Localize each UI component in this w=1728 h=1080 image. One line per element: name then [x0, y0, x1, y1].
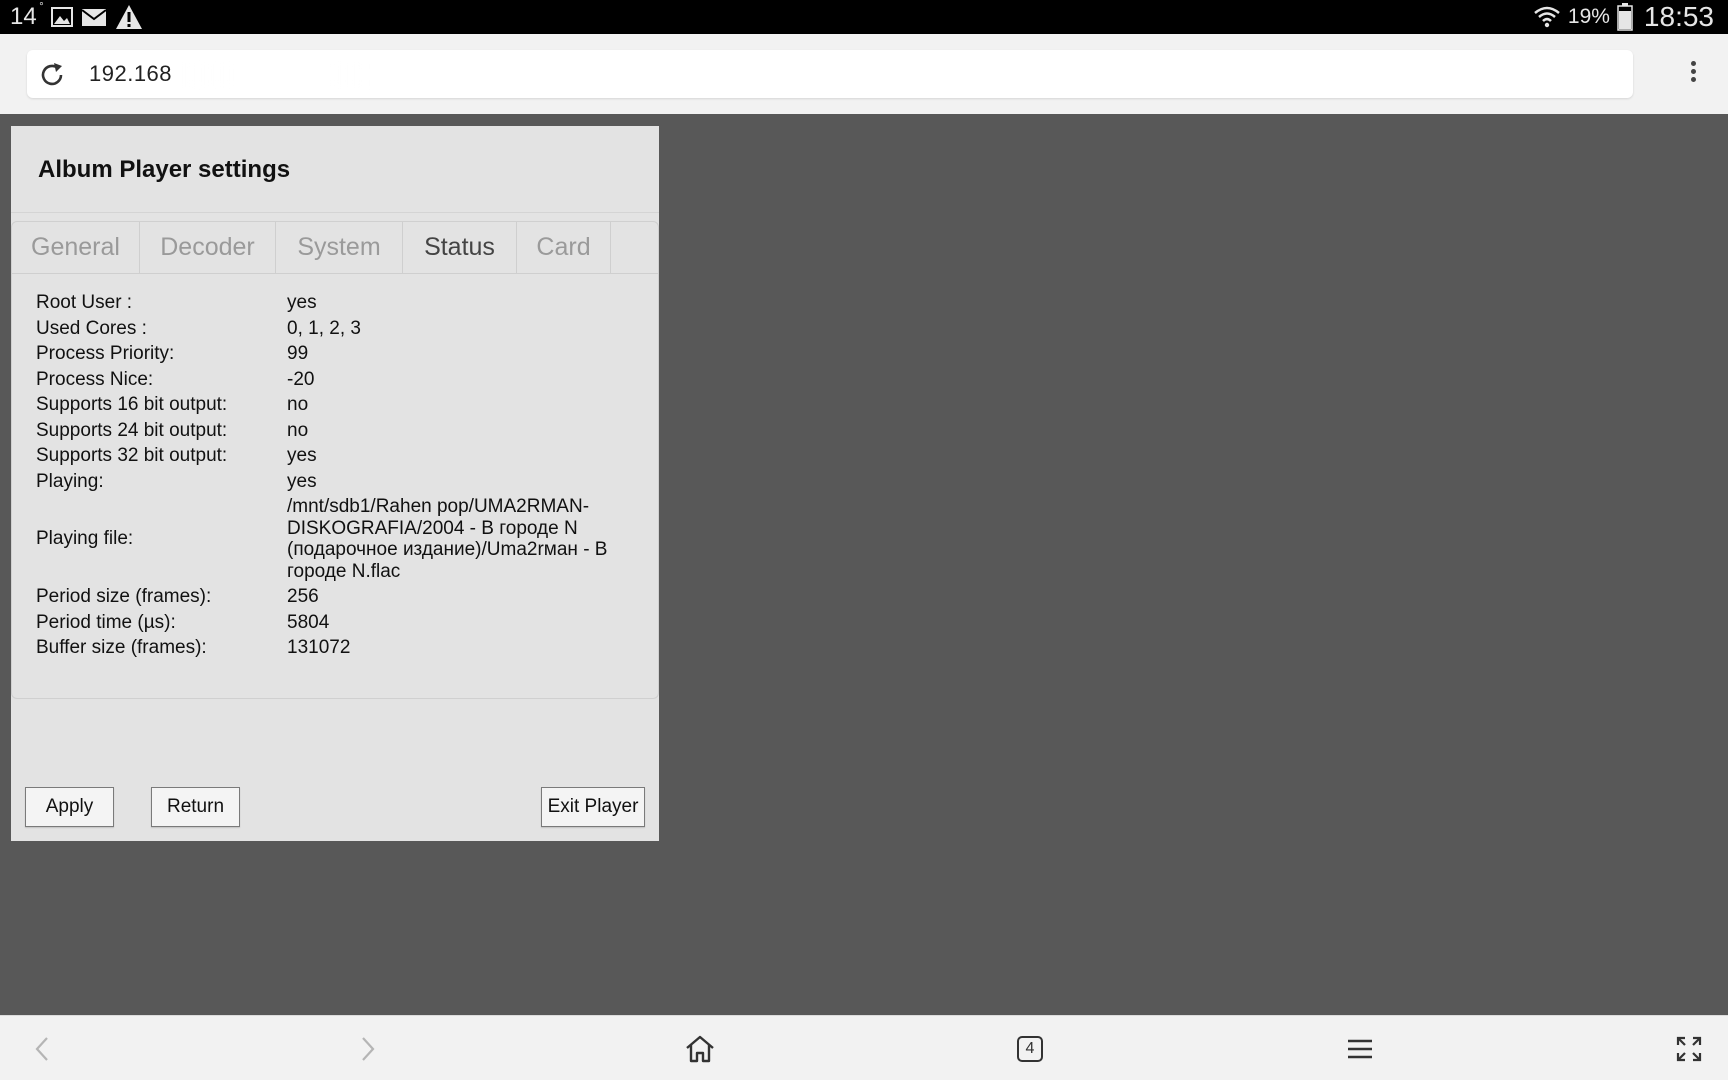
row-label: Supports 16 bit output:: [36, 394, 228, 415]
temperature-readout: 14 °: [10, 1, 44, 31]
menu-dot: [1690, 77, 1696, 82]
row-label: Root User :: [36, 292, 133, 313]
row-value: 99: [287, 343, 309, 364]
row-value: yes: [287, 445, 317, 466]
table-row: Supports 32 bit output: yes: [36, 443, 636, 469]
tab-card[interactable]: Card: [517, 222, 611, 273]
table-row: Process Priority: 99: [36, 341, 636, 367]
fullscreen-icon[interactable]: [1672, 1032, 1706, 1066]
reload-icon[interactable]: [37, 60, 67, 90]
row-label: Period size (frames):: [36, 586, 212, 607]
panel-header: Album Player settings: [11, 126, 659, 213]
row-label: Supports 24 bit output:: [36, 419, 228, 441]
row-value: 131072: [287, 637, 351, 658]
menu-dot: [1690, 69, 1696, 74]
row-value: 0, 1, 2, 3: [287, 317, 361, 339]
table-row: Playing file: /mnt/sdb1/Rahen pop/UMA2RMA…: [36, 494, 636, 584]
row-label: Period time (µs):: [36, 611, 176, 633]
table-row: Buffer size (frames): 131072: [36, 635, 636, 661]
row-value: -20: [287, 368, 315, 390]
tabs-icon[interactable]: 4: [1017, 1036, 1043, 1062]
table-row: Period size (frames): 256: [36, 584, 636, 610]
tabs-container: General Decoder System Status Card Root …: [11, 221, 659, 699]
wifi-icon: [1534, 6, 1560, 28]
row-label: Playing file:: [36, 528, 134, 550]
table-row: Supports 16 bit output: no: [36, 392, 636, 418]
row-value: 5804: [287, 611, 330, 633]
url-redaction: [177, 62, 367, 88]
apply-button[interactable]: Apply: [25, 787, 114, 827]
tab-system[interactable]: System: [276, 222, 403, 273]
gallery-icon: [50, 7, 73, 27]
row-value: /mnt/sdb1/Rahen pop/UMA2RMAN-DISKOGRAFIA…: [287, 496, 608, 582]
status-bar-left: 14 °: [10, 0, 143, 34]
row-label: Used Cores :: [36, 317, 147, 339]
page-title: Album Player settings: [38, 156, 291, 183]
row-value: 256: [287, 586, 319, 607]
browser-bottom-bar: 4: [0, 1015, 1728, 1080]
back-arrow-icon[interactable]: [26, 1032, 60, 1066]
row-value: yes: [287, 470, 317, 492]
menu-dot: [1690, 61, 1696, 66]
degree-symbol: °: [39, 1, 44, 13]
row-value: yes: [287, 292, 317, 313]
temperature-value: 14: [10, 3, 37, 30]
table-row: Playing: yes: [36, 469, 636, 495]
table-row: Supports 24 bit output: no: [36, 418, 636, 444]
tab-decoder[interactable]: Decoder: [140, 222, 276, 273]
menu-icon[interactable]: [1343, 1032, 1377, 1066]
status-bar-right: 19% 18:53: [1533, 0, 1714, 34]
table-row: Used Cores : 0, 1, 2, 3: [36, 316, 636, 342]
row-label: Buffer size (frames):: [36, 637, 207, 658]
row-label: Supports 32 bit output:: [36, 445, 228, 466]
table-row: Root User : yes: [36, 290, 636, 316]
url-text[interactable]: 192.168: [89, 61, 172, 87]
row-label: Process Priority:: [36, 343, 175, 364]
return-button[interactable]: Return: [151, 787, 240, 827]
battery-percent: 19%: [1567, 5, 1610, 28]
browser-toolbar: 192.168: [0, 34, 1728, 114]
tab-bar: General Decoder System Status Card: [12, 222, 658, 274]
tab-count: 4: [1025, 1040, 1035, 1057]
row-label: Process Nice:: [36, 368, 154, 390]
row-value: no: [287, 394, 309, 415]
forward-arrow-icon[interactable]: [350, 1032, 384, 1066]
system-status-bar: 14 ° 19% 18:53: [0, 0, 1728, 34]
mail-icon: [81, 9, 107, 26]
overflow-menu-icon[interactable]: [1678, 58, 1708, 88]
battery-icon: [1617, 3, 1633, 31]
row-label: Playing:: [36, 470, 104, 492]
table-row: Period time (µs): 5804: [36, 610, 636, 636]
settings-panel: Album Player settings General Decoder Sy…: [11, 126, 659, 841]
status-table: Root User : yes Used Cores : 0, 1, 2, 3 Pr…: [36, 290, 636, 661]
home-icon[interactable]: [683, 1032, 717, 1066]
tab-general[interactable]: General: [12, 222, 140, 273]
clock: 18:53: [1643, 1, 1714, 32]
address-bar[interactable]: 192.168: [27, 50, 1633, 98]
warning-icon: [115, 5, 142, 29]
exit-player-button[interactable]: Exit Player: [541, 787, 645, 827]
row-value: no: [287, 419, 309, 441]
tab-status[interactable]: Status: [403, 222, 517, 273]
table-row: Process Nice: -20: [36, 367, 636, 393]
